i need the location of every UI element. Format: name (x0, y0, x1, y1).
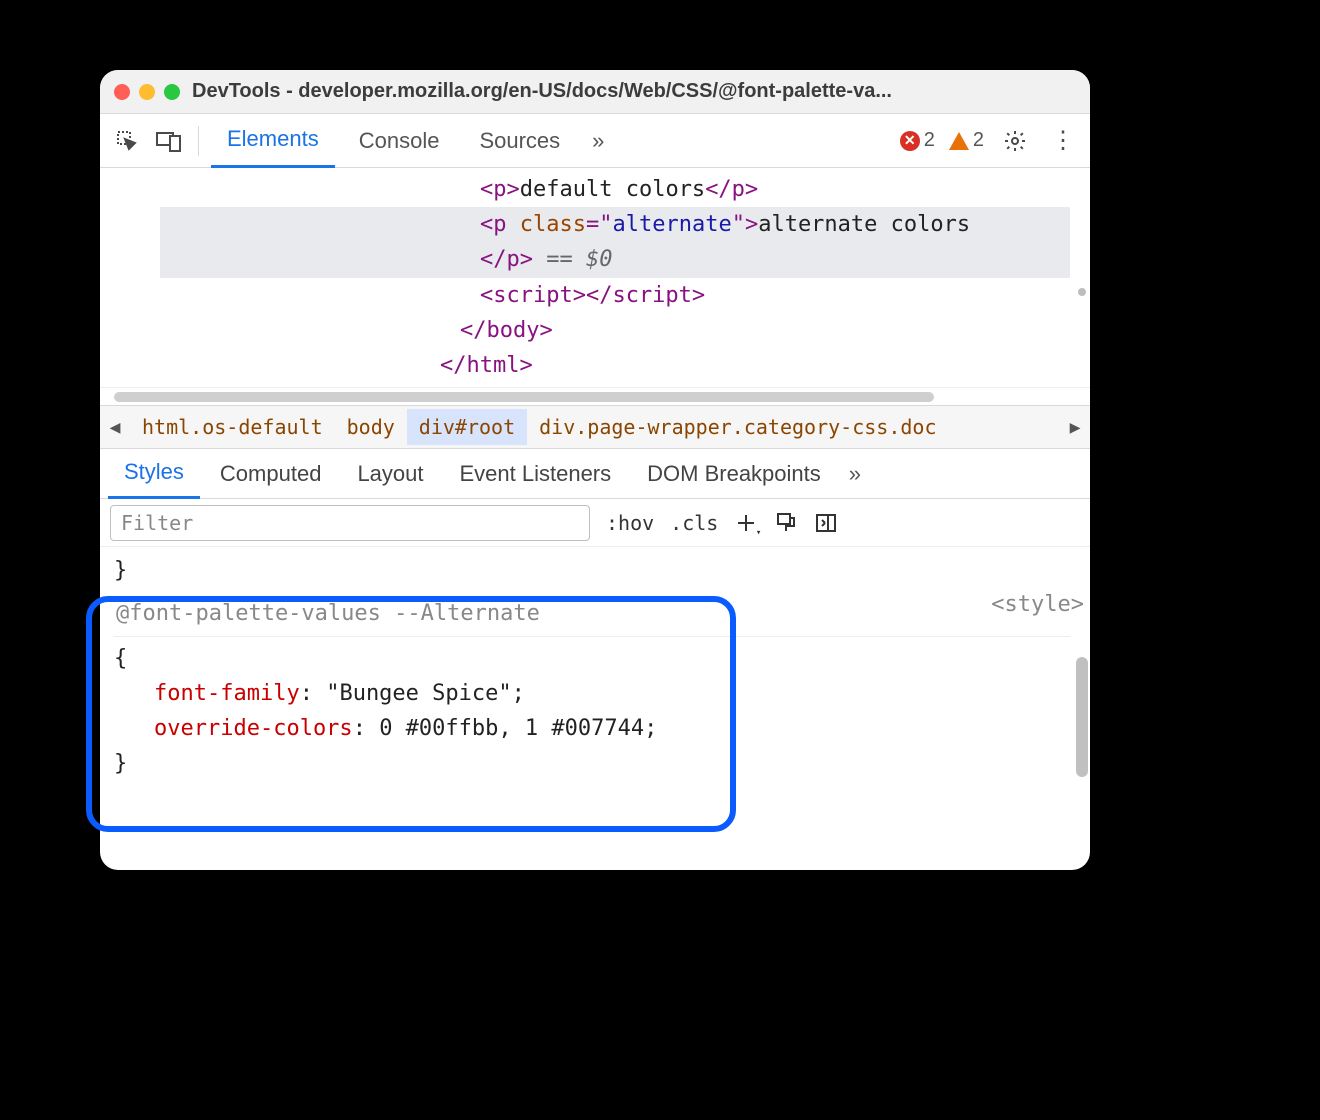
dom-tag: <script></script> (480, 283, 705, 308)
error-badge[interactable]: ✕ 2 (900, 129, 935, 152)
toolbar-divider (198, 126, 199, 156)
dom-tag: <p> (480, 177, 520, 202)
window-title: DevTools - developer.mozilla.org/en-US/d… (192, 80, 1076, 103)
dom-string: alternate (612, 212, 731, 237)
hov-toggle[interactable]: :hov (606, 511, 654, 535)
toggle-sidebar-icon[interactable] (814, 511, 838, 535)
styles-filter-row: :hov .cls ▾ (100, 499, 1090, 547)
rule-close-brace: } (114, 553, 1070, 588)
dom-line[interactable]: </body> (160, 313, 1070, 348)
styles-filter-input[interactable] (110, 505, 590, 541)
dom-tag: </p> (705, 177, 758, 202)
css-declaration[interactable]: font-family: "Bungee Spice"; (114, 676, 1070, 711)
warning-icon (949, 132, 969, 150)
dom-line-selected[interactable]: </p> == $0 (160, 242, 1070, 277)
styles-panel-tabs: Styles Computed Layout Event Listeners D… (100, 449, 1090, 499)
cls-toggle[interactable]: .cls (670, 511, 718, 535)
dom-attr: class (520, 212, 586, 237)
dom-text: alternate colors (758, 212, 970, 237)
tab-sources[interactable]: Sources (463, 115, 576, 167)
dom-tree[interactable]: <p>default colors</p> <p class="alternat… (100, 168, 1090, 387)
vertical-scrollbar-thumb[interactable] (1076, 657, 1088, 777)
devtools-window: DevTools - developer.mozilla.org/en-US/d… (100, 70, 1090, 870)
ptab-layout[interactable]: Layout (341, 450, 439, 498)
kebab-icon[interactable]: ⋮ (1046, 124, 1080, 158)
ptab-dom-breakpoints[interactable]: DOM Breakpoints (631, 450, 837, 498)
minimize-icon[interactable] (139, 84, 155, 100)
rule-source[interactable]: <style> (991, 587, 1084, 622)
scroll-indicator (1078, 288, 1086, 296)
css-property: font-family (154, 681, 300, 706)
warning-badge[interactable]: 2 (949, 129, 984, 152)
tab-console[interactable]: Console (343, 115, 456, 167)
dom-line-selected[interactable]: <p class="alternate">alternate colors (160, 207, 1070, 242)
maximize-icon[interactable] (164, 84, 180, 100)
dom-tag: <p (480, 212, 507, 237)
close-icon[interactable] (114, 84, 130, 100)
paint-icon[interactable] (774, 511, 798, 535)
crumb-item[interactable]: body (335, 409, 407, 445)
css-value: 0 #00ffbb, 1 #007744 (379, 716, 644, 741)
ptab-event-listeners[interactable]: Event Listeners (444, 450, 628, 498)
tabs-overflow[interactable]: » (584, 128, 612, 154)
dom-tag: </html> (440, 353, 533, 378)
dom-tag: </body> (460, 318, 553, 343)
crumb-item-selected[interactable]: div#root (407, 409, 527, 445)
scrollbar-thumb[interactable] (114, 392, 934, 402)
ptabs-overflow[interactable]: » (841, 461, 869, 487)
rule-open-brace: { (114, 641, 1070, 676)
window-titlebar: DevTools - developer.mozilla.org/en-US/d… (100, 70, 1090, 114)
crumb-next-icon[interactable]: ▶ (1060, 417, 1090, 438)
css-property: override-colors (154, 716, 353, 741)
crumb-prev-icon[interactable]: ◀ (100, 417, 130, 438)
error-count: 2 (924, 129, 935, 152)
styles-content[interactable]: } @font-palette-values --Alternate <styl… (100, 547, 1090, 870)
inspect-icon[interactable] (110, 124, 144, 158)
window-controls (114, 84, 180, 100)
dom-punc: =" (586, 212, 613, 237)
main-toolbar: Elements Console Sources » ✕ 2 2 ⋮ (100, 114, 1090, 168)
ptab-computed[interactable]: Computed (204, 450, 338, 498)
css-declaration[interactable]: override-colors: 0 #00ffbb, 1 #007744; (114, 711, 1070, 746)
crumb-item[interactable]: html.os-default (130, 409, 335, 445)
tab-elements[interactable]: Elements (211, 114, 335, 168)
horizontal-scrollbar[interactable] (100, 387, 1090, 405)
breadcrumb: ◀ html.os-default body div#root div.page… (100, 405, 1090, 449)
dom-tag: </p> (480, 247, 533, 272)
dom-punc: " (732, 212, 745, 237)
rule-close-brace: } (114, 746, 1070, 781)
dom-line[interactable]: <script></script> (160, 278, 1070, 313)
device-mode-icon[interactable] (152, 124, 186, 158)
dom-line[interactable]: <p>default colors</p> (160, 172, 1070, 207)
ptab-styles[interactable]: Styles (108, 449, 200, 499)
dom-tag: > (745, 212, 758, 237)
dom-text: default colors (520, 177, 705, 202)
gear-icon[interactable] (998, 124, 1032, 158)
dom-line[interactable]: </html> (160, 348, 1070, 383)
warning-count: 2 (973, 129, 984, 152)
crumb-item[interactable]: div.page-wrapper.category-css.doc (527, 409, 948, 445)
add-rule-icon[interactable]: ▾ (734, 511, 758, 535)
error-icon: ✕ (900, 131, 920, 151)
rule-selector[interactable]: @font-palette-values --Alternate (114, 588, 1070, 636)
dom-inspector-ref: == $0 (533, 247, 612, 272)
css-value: "Bungee Spice" (326, 681, 511, 706)
